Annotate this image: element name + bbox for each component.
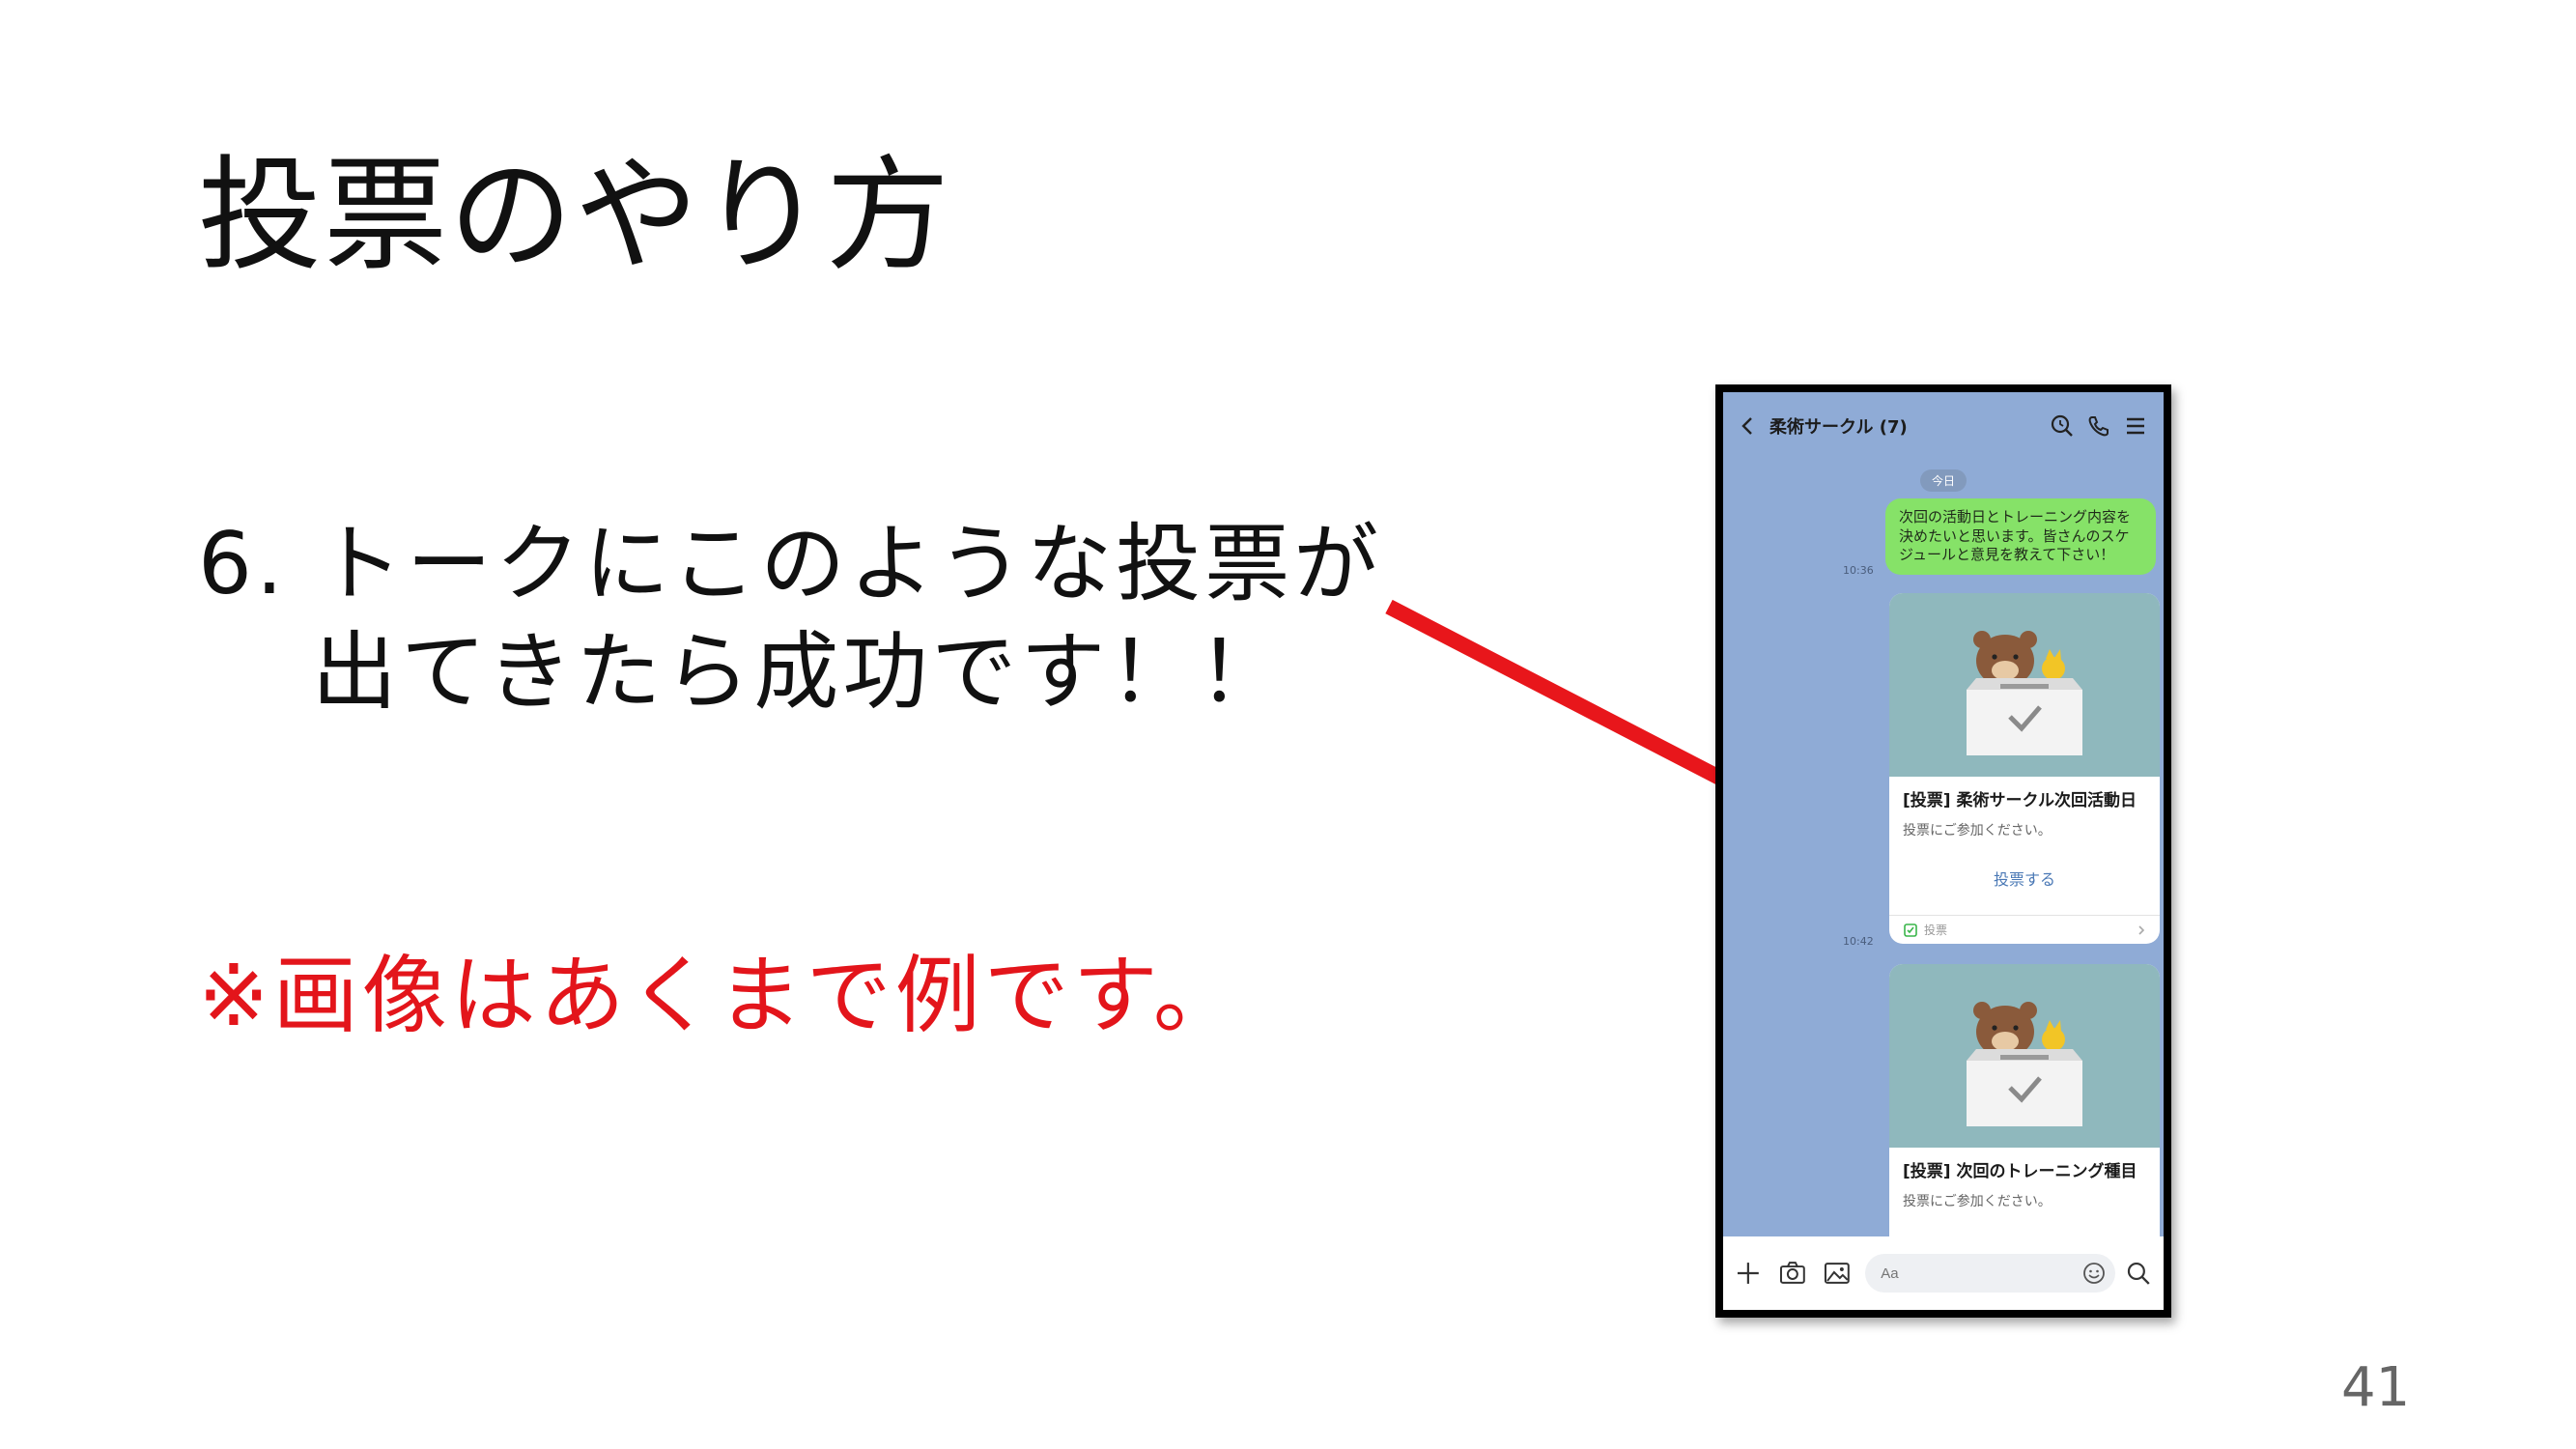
example-note: ※画像はあくまで例です。 bbox=[198, 946, 1242, 1045]
ballot-box-icon bbox=[1967, 1002, 2082, 1126]
phone-screenshot: 柔術サークル (7) 今日 10:36 次回の活動日とトレーニング内容を決めたい… bbox=[1715, 384, 2171, 1318]
poll-subtitle: 投票にご参加ください。 bbox=[1903, 823, 2052, 838]
poll-footer-label: 投票 bbox=[1924, 923, 1948, 937]
poll-footer[interactable]: 投票 bbox=[1889, 915, 2160, 944]
poll-time: 10:42 bbox=[1843, 935, 1874, 948]
poll-title: [投票] 柔術サークル次回活動日 bbox=[1903, 791, 2137, 810]
search-icon[interactable] bbox=[2123, 1258, 2154, 1289]
ballot-box-icon bbox=[1967, 631, 2082, 755]
step-line-2: 出てきたら成功です！！ bbox=[312, 621, 1288, 722]
message-time: 10:36 bbox=[1843, 564, 1874, 577]
chat-title: 柔術サークル (7) bbox=[1769, 417, 1908, 438]
my-message-bubble[interactable]: 次回の活動日とトレーニング内容を決めたいと思います。皆さんのスケジュールと意見を… bbox=[1885, 498, 2156, 575]
message-input-wrapper bbox=[1865, 1254, 2116, 1293]
message-input-bar bbox=[1723, 1236, 2164, 1310]
poll-illustration bbox=[1889, 593, 2160, 777]
chat-header: 柔術サークル (7) bbox=[1723, 392, 2164, 460]
poll-card[interactable]: [投票] 柔術サークル次回活動日 投票にご参加ください。 投票する 投票 bbox=[1889, 593, 2160, 944]
image-icon[interactable] bbox=[1822, 1258, 1853, 1289]
menu-icon[interactable] bbox=[2121, 412, 2150, 440]
back-icon[interactable] bbox=[1737, 414, 1760, 438]
vote-button[interactable]: 投票する bbox=[1903, 867, 2146, 890]
page-number: 41 bbox=[2341, 1356, 2411, 1419]
message-input[interactable] bbox=[1865, 1254, 2116, 1293]
step-line-1: 6. トークにこのような投票が bbox=[198, 514, 1383, 613]
chevron-right-icon bbox=[2138, 924, 2145, 935]
poll-card-2[interactable]: [投票] 次回のトレーニング種目 投票にご参加ください。 bbox=[1889, 964, 2160, 1257]
step-instruction: 6. トークにこのような投票が 出てきたら成功です！！ bbox=[198, 510, 1382, 726]
search-icon[interactable] bbox=[2048, 412, 2077, 440]
date-divider: 今日 bbox=[1919, 469, 1967, 492]
chat-screen: 柔術サークル (7) 今日 10:36 次回の活動日とトレーニング内容を決めたい… bbox=[1723, 392, 2164, 1310]
plus-icon[interactable] bbox=[1733, 1258, 1764, 1289]
checkbox-icon bbox=[1904, 923, 1917, 937]
poll-illustration bbox=[1889, 964, 2160, 1148]
poll-subtitle: 投票にご参加ください。 bbox=[1903, 1194, 2052, 1209]
phone-icon[interactable] bbox=[2084, 412, 2113, 440]
poll-body: [投票] 柔術サークル次回活動日 投票にご参加ください。 投票する bbox=[1889, 777, 2160, 915]
emoji-icon[interactable] bbox=[2081, 1260, 2108, 1287]
poll-title: [投票] 次回のトレーニング種目 bbox=[1903, 1162, 2137, 1181]
camera-icon[interactable] bbox=[1777, 1258, 1808, 1289]
slide-title: 投票のやり方 bbox=[198, 144, 952, 288]
